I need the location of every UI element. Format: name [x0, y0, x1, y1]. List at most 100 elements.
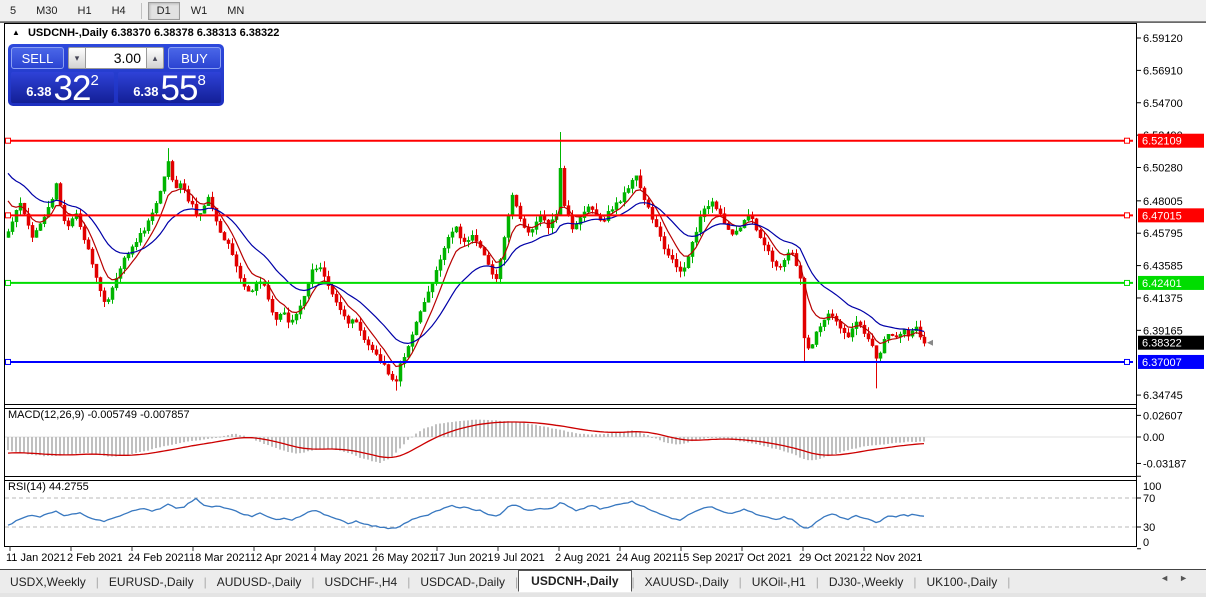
macd-histogram-bar: [419, 431, 421, 437]
support-line-2-tag-label: 6.37007: [1142, 357, 1182, 369]
tab-scroll-arrows[interactable]: ◄►: [1160, 573, 1198, 583]
candle-body: [859, 322, 862, 325]
macd-histogram-bar: [607, 434, 609, 437]
candle-body: [55, 184, 58, 200]
price-axis-label: 6.59120: [1143, 33, 1183, 45]
macd-histogram-bar: [771, 437, 773, 448]
macd-histogram-bar: [83, 437, 85, 453]
timeframe-button-w1[interactable]: W1: [182, 2, 217, 20]
macd-histogram-bar: [563, 430, 565, 437]
macd-histogram-bar: [215, 437, 217, 438]
chart-tab-usdcnh[interactable]: USDCNH-,Daily: [518, 570, 631, 592]
support-line-2-handle[interactable]: [1125, 359, 1130, 364]
macd-histogram-bar: [167, 437, 169, 446]
sell-price-display[interactable]: 6.38 32 2: [11, 72, 114, 103]
volume-input[interactable]: [86, 47, 146, 69]
candle-body: [715, 202, 718, 209]
date-axis-label: 9 Jul 2021: [494, 552, 545, 564]
price-axis-label: 6.41375: [1143, 293, 1183, 305]
candle-body: [731, 230, 734, 235]
support-line-1-handle[interactable]: [1125, 280, 1130, 285]
candle-body: [51, 199, 54, 207]
macd-histogram-bar: [903, 437, 905, 442]
timeframe-button-h1[interactable]: H1: [69, 2, 101, 20]
macd-histogram-bar: [39, 437, 41, 455]
candle-body: [35, 230, 38, 237]
support-line-2-handle[interactable]: [6, 359, 11, 364]
candle-body: [443, 248, 446, 259]
tab-scroll-left-icon[interactable]: ◄: [1160, 573, 1179, 583]
chart-tab-eurusd[interactable]: EURUSD-,Daily: [99, 572, 204, 592]
macd-histogram-bar: [499, 421, 501, 437]
timeframe-button-h4[interactable]: H4: [103, 2, 135, 20]
macd-histogram-bar: [895, 437, 897, 443]
candle-body: [423, 302, 426, 311]
tab-scroll-right-icon[interactable]: ►: [1179, 573, 1198, 583]
chart-tab-ukoil[interactable]: UKOil-,H1: [742, 572, 816, 592]
macd-axis-label: 0.02607: [1143, 410, 1183, 422]
resistance-line-1-handle[interactable]: [1125, 138, 1130, 143]
chart-tab-xauusd[interactable]: XAUUSD-,Daily: [635, 572, 739, 592]
timeframe-button-m30[interactable]: M30: [27, 2, 66, 20]
macd-histogram-bar: [863, 437, 865, 446]
timeframe-button-5[interactable]: 5: [1, 2, 25, 20]
resistance-line-2-handle[interactable]: [6, 213, 11, 218]
buy-price-prefix: 6.38: [133, 84, 158, 99]
macd-histogram-bar: [339, 437, 341, 451]
collapse-triangle-icon[interactable]: ▲: [12, 28, 20, 37]
macd-histogram-bar: [855, 437, 857, 449]
macd-histogram-bar: [875, 437, 877, 445]
macd-histogram-bar: [219, 437, 221, 438]
macd-histogram-bar: [699, 437, 701, 439]
candle-body: [519, 206, 522, 219]
candle-body: [427, 292, 430, 302]
candle-body: [455, 227, 458, 232]
date-axis-label: 11 Jan 2021: [6, 552, 66, 564]
chart-tab-usdcad[interactable]: USDCAD-,Daily: [410, 572, 515, 592]
chart-tab-dj30[interactable]: DJ30-,Weekly: [819, 572, 913, 592]
macd-histogram-bar: [707, 437, 709, 438]
buy-price-display[interactable]: 6.38 55 8: [118, 72, 221, 103]
macd-histogram-bar: [919, 437, 921, 441]
candle-body: [851, 329, 854, 337]
candle-body: [111, 288, 114, 300]
macd-histogram-bar: [715, 437, 717, 438]
candle-body: [767, 245, 770, 251]
buy-button[interactable]: BUY: [168, 47, 221, 69]
date-axis-label: 17 Jun 2021: [433, 552, 494, 564]
candle-body: [879, 353, 882, 358]
date-axis-label: 7 Oct 2021: [738, 552, 792, 564]
candle-body: [887, 334, 890, 339]
support-line-1-handle[interactable]: [6, 280, 11, 285]
candle-body: [139, 233, 142, 242]
candle-body: [323, 268, 326, 277]
volume-decrease-button[interactable]: ▾: [68, 47, 86, 69]
timeframe-button-d1[interactable]: D1: [148, 2, 180, 20]
candle-body: [563, 168, 566, 205]
timeframe-button-mn[interactable]: MN: [218, 2, 253, 20]
chart-tab-uk100[interactable]: UK100-,Daily: [917, 572, 1008, 592]
macd-histogram-bar: [899, 437, 901, 443]
macd-histogram-bar: [323, 437, 325, 449]
macd-histogram-bar: [403, 437, 405, 444]
volume-increase-button[interactable]: ▴: [146, 47, 164, 69]
chart-tab-audusd[interactable]: AUDUSD-,Daily: [207, 572, 312, 592]
macd-histogram-bar: [907, 437, 909, 442]
macd-histogram-bar: [315, 437, 317, 450]
chart-tab-usdchf[interactable]: USDCHF-,H4: [315, 572, 408, 592]
resistance-line-2-handle[interactable]: [1125, 213, 1130, 218]
chart-tab-usdx[interactable]: USDX,Weekly: [0, 572, 96, 592]
toolbar-separator: [141, 3, 142, 19]
candle-body: [255, 284, 258, 291]
date-axis-label: 12 Apr 2021: [250, 552, 309, 564]
candle-body: [167, 161, 170, 176]
candle-body: [379, 354, 382, 361]
macd-histogram-bar: [163, 437, 165, 446]
candle-body: [439, 260, 442, 271]
candle-body: [507, 216, 510, 238]
resistance-line-1-handle[interactable]: [6, 138, 11, 143]
macd-histogram-bar: [819, 437, 821, 459]
macd-histogram-bar: [143, 437, 145, 451]
macd-histogram-bar: [839, 437, 841, 453]
sell-button[interactable]: SELL: [11, 47, 64, 69]
